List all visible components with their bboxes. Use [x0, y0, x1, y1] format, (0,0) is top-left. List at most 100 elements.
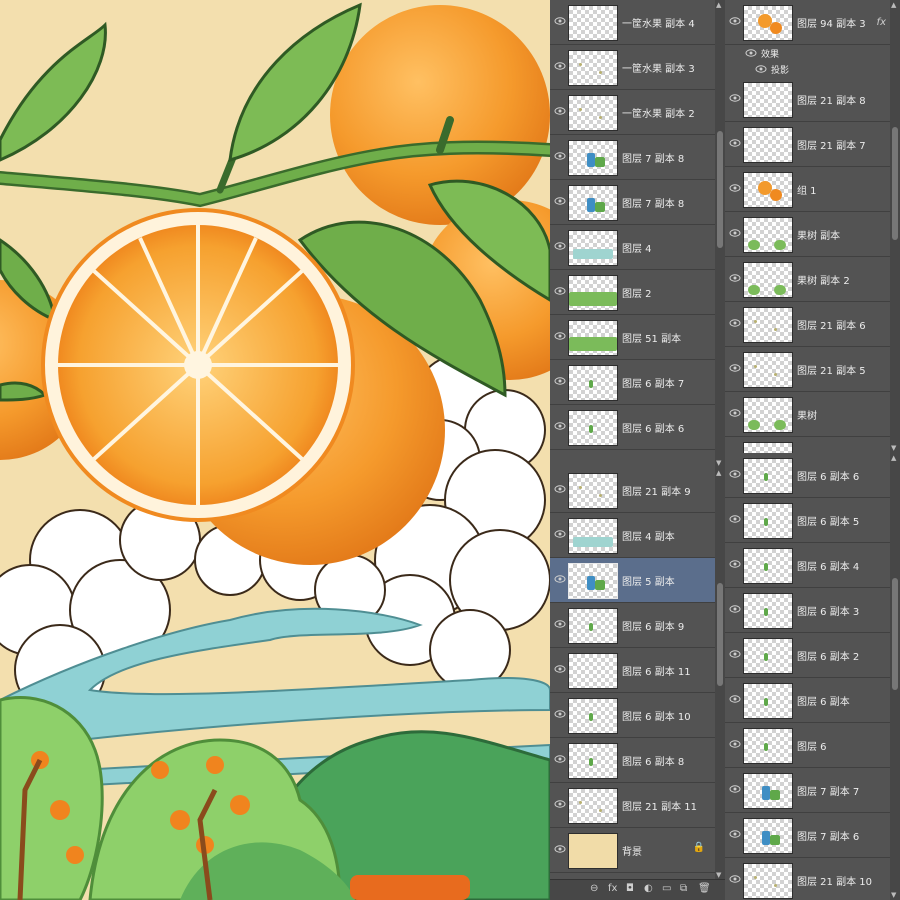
scroll-down-icon[interactable]: ▼: [891, 891, 896, 899]
eye-icon[interactable]: [554, 483, 566, 495]
eye-icon[interactable]: [729, 182, 741, 194]
eye-icon[interactable]: [729, 873, 741, 885]
layer-row[interactable]: 图层 7 副本 8: [550, 180, 715, 225]
layer-name[interactable]: 组 1: [797, 182, 817, 197]
layer-name[interactable]: 一筐水果 副本 4: [622, 15, 695, 30]
group-icon[interactable]: ▭: [662, 883, 671, 894]
scrollbar[interactable]: ▲ ▼: [890, 453, 900, 900]
mask-icon[interactable]: ◘: [626, 883, 634, 894]
layer-row[interactable]: 图层 2: [550, 270, 715, 315]
layer-row[interactable]: 图层 94 副本 3 fx: [725, 0, 890, 45]
eye-icon[interactable]: [554, 618, 566, 630]
layer-name[interactable]: 图层 6 副本 9: [622, 618, 684, 633]
layer-name[interactable]: 图层 6 副本 10: [622, 708, 691, 723]
layer-row[interactable]: 图层 7 副本 8: [550, 135, 715, 180]
layer-row[interactable]: 图层 6 副本 6: [550, 405, 715, 450]
scroll-down-icon[interactable]: ▼: [891, 444, 896, 452]
eye-icon[interactable]: [729, 92, 741, 104]
fx-badge[interactable]: fx: [877, 17, 886, 28]
layer-name[interactable]: 图层 7 副本 6: [797, 828, 859, 843]
layer-name[interactable]: 一筐水果 副本 3: [622, 60, 695, 75]
scroll-down-icon[interactable]: ▼: [716, 871, 721, 879]
layer-name[interactable]: 果树 副本 2: [797, 272, 850, 287]
eye-icon[interactable]: [729, 558, 741, 570]
fx-icon[interactable]: fx: [608, 883, 617, 894]
layer-name[interactable]: 图层 94 副本 3: [797, 15, 866, 30]
layer-row[interactable]: 一筐水果 副本 4: [725, 437, 890, 453]
layer-name[interactable]: 图层 6 副本 8: [622, 753, 684, 768]
layer-name[interactable]: 图层 6: [797, 738, 827, 753]
layer-name[interactable]: 图层 21 副本 6: [797, 317, 866, 332]
layer-row[interactable]: 图层 6 副本 6: [725, 453, 890, 498]
layer-row[interactable]: 一筐水果 副本 2: [550, 90, 715, 135]
eye-icon[interactable]: [554, 573, 566, 585]
layer-row[interactable]: 图层 21 副本 8: [725, 77, 890, 122]
layer-row[interactable]: 图层 6 副本 9: [550, 603, 715, 648]
layer-name[interactable]: 图层 6 副本 5: [797, 513, 859, 528]
scroll-up-icon[interactable]: ▲: [716, 1, 721, 9]
eye-icon[interactable]: [554, 240, 566, 252]
layer-row[interactable]: 图层 21 副本 11: [550, 783, 715, 828]
eye-icon[interactable]: [745, 47, 757, 59]
eye-icon[interactable]: [729, 738, 741, 750]
scroll-up-icon[interactable]: ▲: [891, 454, 896, 462]
eye-icon[interactable]: [729, 15, 741, 27]
eye-icon[interactable]: [729, 362, 741, 374]
layer-row[interactable]: 果树 副本: [725, 212, 890, 257]
scrollbar-thumb[interactable]: [892, 127, 898, 240]
layer-name[interactable]: 图层 6 副本 11: [622, 663, 691, 678]
layer-name[interactable]: 图层 7 副本 7: [797, 783, 859, 798]
layer-name[interactable]: 图层 6 副本 3: [797, 603, 859, 618]
layer-name[interactable]: 图层 4: [622, 240, 652, 255]
eye-icon[interactable]: [554, 150, 566, 162]
new-layer-icon[interactable]: ⧉: [680, 883, 687, 894]
layer-row[interactable]: 图层 6 副本 2: [725, 633, 890, 678]
eye-icon[interactable]: [755, 63, 767, 75]
eye-icon[interactable]: [554, 663, 566, 675]
eye-icon[interactable]: [554, 528, 566, 540]
layer-name[interactable]: 图层 4 副本: [622, 528, 675, 543]
adjustment-icon[interactable]: ◐: [644, 883, 653, 894]
eye-icon[interactable]: [554, 708, 566, 720]
layer-row[interactable]: 图层 4: [550, 225, 715, 270]
scrollbar-thumb[interactable]: [892, 578, 898, 690]
layer-row[interactable]: 图层 6 副本 3: [725, 588, 890, 633]
layer-name[interactable]: 图层 21 副本 8: [797, 92, 866, 107]
eye-icon[interactable]: [729, 317, 741, 329]
eye-icon[interactable]: [554, 195, 566, 207]
scrollbar[interactable]: ▲ ▼: [715, 468, 725, 880]
scrollbar[interactable]: ▲ ▼: [715, 0, 725, 468]
trash-icon[interactable]: 🗑: [698, 883, 711, 894]
layer-name[interactable]: 图层 6 副本: [797, 693, 850, 708]
layer-name[interactable]: 图层 5 副本: [622, 573, 675, 588]
eye-icon[interactable]: [729, 227, 741, 239]
layer-name[interactable]: 一筐水果 副本 2: [622, 105, 695, 120]
eye-icon[interactable]: [729, 513, 741, 525]
layer-row[interactable]: 图层 21 副本 9: [550, 468, 715, 513]
layer-name[interactable]: 图层 6 副本 6: [622, 420, 684, 435]
layer-row[interactable]: 一筐水果 副本 4: [550, 0, 715, 45]
layer-row[interactable]: 图层 6 副本 11: [550, 648, 715, 693]
eye-icon[interactable]: [554, 285, 566, 297]
layer-row[interactable]: 一筐水果 副本 3: [550, 45, 715, 90]
layer-row[interactable]: 果树: [725, 392, 890, 437]
layer-row[interactable]: 图层 21 副本 10: [725, 858, 890, 900]
eye-icon[interactable]: [729, 468, 741, 480]
eye-icon[interactable]: [729, 828, 741, 840]
eye-icon[interactable]: [554, 843, 566, 855]
layer-name[interactable]: 图层 21 副本 10: [797, 873, 872, 888]
eye-icon[interactable]: [554, 330, 566, 342]
scroll-up-icon[interactable]: ▲: [716, 469, 721, 477]
layer-row[interactable]: 图层 21 副本 7: [725, 122, 890, 167]
eye-icon[interactable]: [554, 105, 566, 117]
scrollbar-thumb[interactable]: [717, 131, 723, 248]
link-layers-icon[interactable]: ⊖: [590, 883, 598, 894]
scrollbar[interactable]: ▲ ▼: [890, 0, 900, 453]
layer-row[interactable]: 图层 6 副本 7: [550, 360, 715, 405]
layer-name[interactable]: 图层 21 副本 11: [622, 798, 697, 813]
layer-row[interactable]: 背景 🔒: [550, 828, 715, 873]
layer-row[interactable]: 图层 6: [725, 723, 890, 768]
layer-name[interactable]: 图层 6 副本 2: [797, 648, 859, 663]
eye-icon[interactable]: [554, 15, 566, 27]
layer-row[interactable]: 图层 6 副本 10: [550, 693, 715, 738]
